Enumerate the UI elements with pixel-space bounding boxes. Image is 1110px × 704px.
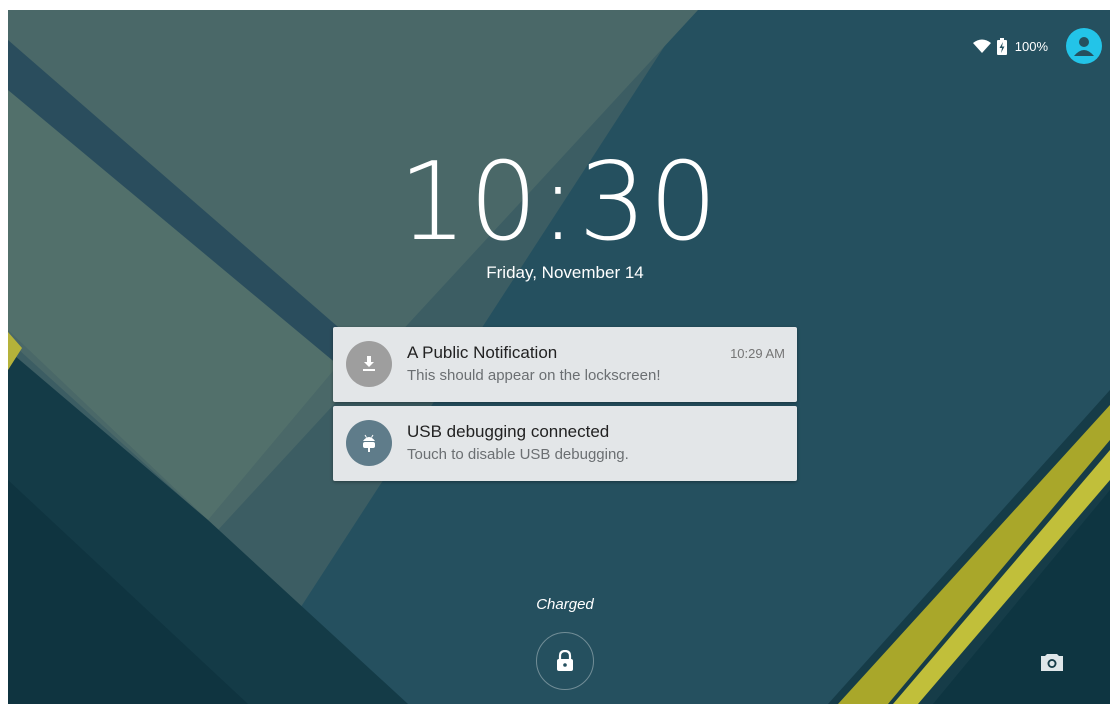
camera-icon: [1041, 654, 1063, 671]
wifi-icon: [972, 39, 991, 53]
notification-text: Touch to disable USB debugging.: [407, 446, 629, 463]
download-icon: [346, 341, 392, 387]
notification-title: A Public Notification: [407, 343, 558, 362]
notification-time: 10:29 AM: [730, 346, 785, 361]
lockscreen-clock: 10:30: [398, 140, 720, 265]
camera-button[interactable]: [1036, 646, 1068, 678]
battery-charging-icon: [996, 37, 1007, 55]
charge-status: Charged: [536, 596, 594, 613]
battery-percent: 100%: [1014, 38, 1048, 54]
lock-button[interactable]: [536, 632, 594, 690]
status-bar: 100%: [972, 26, 1102, 66]
lockscreen: 100% 10:30 Friday, November 14 A Public …: [8, 10, 1110, 704]
android-icon: [346, 420, 392, 466]
notification-usb-debugging[interactable]: USB debugging connected Touch to disable…: [333, 406, 797, 481]
user-avatar-icon[interactable]: [1066, 28, 1102, 64]
notification-title: USB debugging connected: [407, 422, 610, 441]
lock-icon: [557, 650, 573, 671]
notification-text: This should appear on the lockscreen!: [407, 367, 661, 384]
lockscreen-date: Friday, November 14: [486, 263, 644, 282]
notification-public[interactable]: A Public Notification This should appear…: [333, 327, 797, 402]
